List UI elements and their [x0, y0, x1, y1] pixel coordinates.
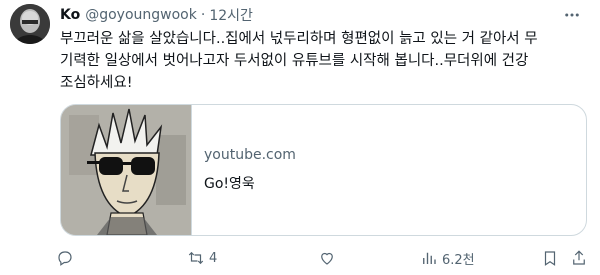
- tweet-header: Ko @goyoungwook · 12시간: [60, 4, 588, 26]
- link-card[interactable]: youtube.com Go!영욱: [60, 104, 587, 236]
- tweet-text: 부끄러운 삶을 살았습니다..집에서 넋두리하며 형편없이 늙고 있는 거 같아…: [60, 31, 538, 91]
- card-title: Go!영욱: [204, 176, 255, 192]
- author-handle[interactable]: @goyoungwook: [85, 7, 197, 23]
- reply-button[interactable]: [56, 246, 78, 270]
- tweet-time[interactable]: 12시간: [209, 5, 253, 25]
- retweet-button[interactable]: 4: [187, 246, 217, 270]
- header-separator: ·: [200, 7, 206, 23]
- tweet-actions: 4 6.2천: [56, 246, 596, 270]
- reply-icon: [58, 251, 72, 266]
- bookmark-icon: [544, 251, 556, 266]
- views-count: 6.2천: [442, 252, 475, 268]
- card-thumbnail: [61, 105, 192, 235]
- retweet-icon: [188, 251, 204, 265]
- author-name[interactable]: Ko: [60, 7, 80, 23]
- views-icon: [423, 252, 436, 264]
- views-button[interactable]: 6.2천: [420, 246, 475, 270]
- bookmark-button[interactable]: [541, 246, 559, 270]
- like-button[interactable]: [318, 246, 340, 270]
- share-button[interactable]: [570, 246, 588, 270]
- card-domain: youtube.com: [204, 147, 296, 163]
- more-icon[interactable]: [560, 6, 584, 24]
- avatar[interactable]: [10, 4, 50, 44]
- avatar-image: [10, 4, 50, 44]
- share-icon: [573, 250, 585, 265]
- tweet-content: Ko @goyoungwook · 12시간 부끄러운 삶을 살았습니다..집에…: [60, 4, 588, 94]
- card-info: youtube.com Go!영욱: [192, 105, 296, 235]
- like-icon: [321, 252, 333, 265]
- retweet-count: 4: [209, 250, 218, 266]
